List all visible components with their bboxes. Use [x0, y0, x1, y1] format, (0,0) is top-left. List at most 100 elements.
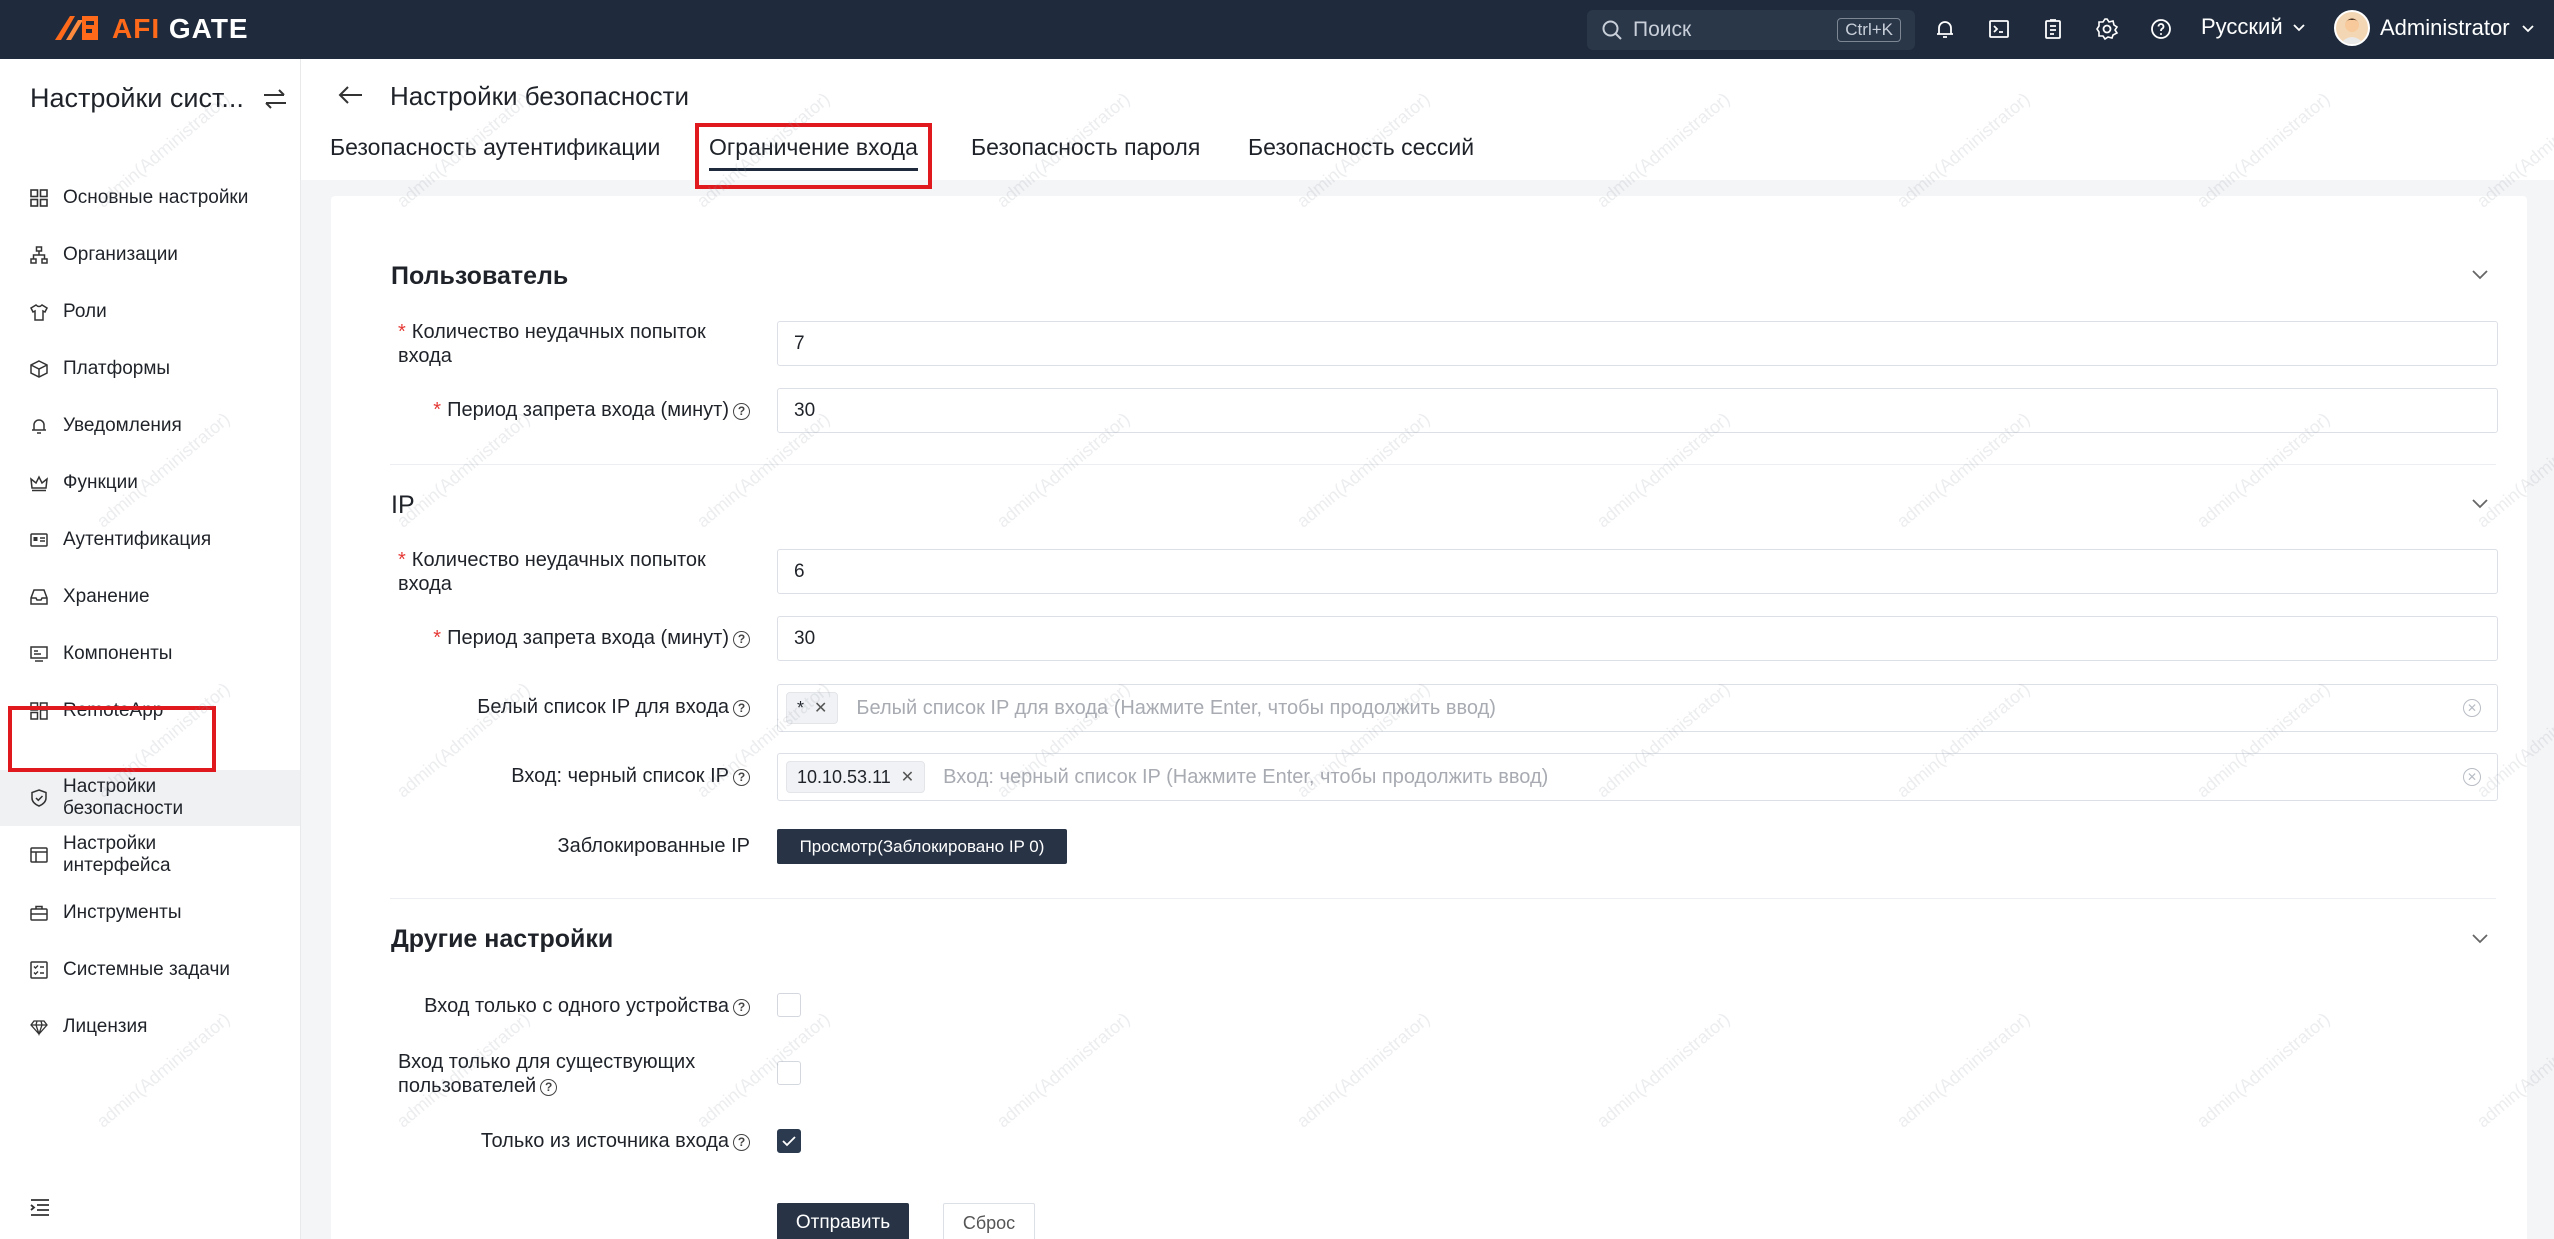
- search-shortcut-badge: Ctrl+K: [1837, 18, 1901, 42]
- gear-icon[interactable]: [2092, 14, 2122, 44]
- ip-failed-attempts-input[interactable]: [777, 549, 2498, 594]
- help-icon[interactable]: ?: [733, 631, 750, 648]
- sidebar-item-security[interactable]: Настройки безопасности: [0, 770, 300, 826]
- language-label: Русский: [2201, 14, 2283, 39]
- user-failed-attempts-input[interactable]: [777, 321, 2498, 366]
- submit-button[interactable]: Отправить: [777, 1203, 909, 1239]
- help-icon[interactable]: ?: [540, 1079, 558, 1096]
- help-icon[interactable]: ?: [733, 999, 750, 1016]
- sidebar-item-tools[interactable]: Инструменты: [0, 885, 300, 941]
- sidebar-item-label: Системные задачи: [63, 959, 230, 980]
- chevron-down-icon[interactable]: [2470, 932, 2490, 951]
- sidebar-item-license[interactable]: Лицензия: [0, 999, 300, 1055]
- ip-blacklist-label: Вход: черный список IP?: [410, 764, 750, 788]
- divider: [390, 898, 2496, 899]
- ip-ban-period-label: * Период запрета входа (минут)?: [410, 626, 750, 650]
- sidebar-item-storage[interactable]: Хранение: [0, 569, 300, 625]
- ip-whitelist-label: Белый список IP для входа?: [410, 695, 750, 719]
- logo-afi-text: AFI: [112, 13, 161, 44]
- sidebar-highlight-box: [8, 706, 216, 772]
- help-icon[interactable]: [2146, 14, 2176, 44]
- search-input[interactable]: Поиск Ctrl+K: [1587, 10, 1915, 50]
- help-icon[interactable]: ?: [733, 1134, 750, 1151]
- ip-ban-period-input[interactable]: [777, 616, 2498, 661]
- existing-users-checkbox[interactable]: [777, 1061, 801, 1085]
- tab-password-security[interactable]: Безопасность пароля: [971, 134, 1200, 161]
- clear-icon[interactable]: ✕: [2463, 699, 2481, 717]
- shield-icon: [29, 788, 49, 808]
- user-ban-period-label: * Период запрета входа (минут)?: [410, 398, 750, 422]
- sidebar-item-organizations[interactable]: Организации: [0, 227, 300, 283]
- view-blocked-ip-button[interactable]: Просмотр(Заблокировано IP 0): [777, 829, 1067, 864]
- back-arrow-icon[interactable]: [338, 84, 364, 111]
- single-device-checkbox[interactable]: [777, 993, 801, 1017]
- close-icon[interactable]: ✕: [814, 698, 827, 718]
- sidebar-item-roles[interactable]: Роли: [0, 284, 300, 340]
- top-bar: AFI GATE Поиск Ctrl+K Русский Administra…: [0, 0, 2554, 59]
- sidebar-item-interface[interactable]: Настройки интерфейса: [0, 827, 300, 883]
- user-menu[interactable]: Administrator: [2334, 10, 2536, 46]
- toolbox-icon: [29, 903, 49, 923]
- cube-icon: [29, 359, 49, 379]
- page-title: Настройки безопасности: [390, 81, 690, 111]
- org-icon: [29, 245, 49, 265]
- logo-gate-text: GATE: [168, 13, 249, 44]
- language-selector[interactable]: Русский: [2201, 14, 2307, 40]
- sidebar-item-label: Платформы: [63, 358, 171, 379]
- user-ban-period-input[interactable]: [777, 388, 2498, 433]
- sidebar-item-system-tasks[interactable]: Системные задачи: [0, 942, 300, 998]
- chevron-down-icon: [2521, 25, 2534, 33]
- shirt-icon: [29, 302, 49, 322]
- sidebar-item-label: Настройки интерфейса: [63, 833, 171, 876]
- help-icon[interactable]: ?: [733, 769, 750, 786]
- chevron-down-icon[interactable]: [2470, 497, 2490, 516]
- search-icon: [1602, 20, 1622, 40]
- section-title-other: Другие настройки: [391, 925, 614, 953]
- source-only-label: Только из источника входа?: [390, 1129, 750, 1153]
- whitelist-placeholder: Белый список IP для входа (Нажмите Enter…: [856, 696, 1496, 719]
- tab-auth-security[interactable]: Безопасность аутентификации: [330, 134, 660, 161]
- source-only-checkbox[interactable]: [777, 1129, 801, 1153]
- blocked-ip-label: Заблокированные IP: [557, 835, 750, 857]
- sidebar-item-label: Уведомления: [63, 415, 182, 436]
- ip-whitelist-input[interactable]: * ✕ Белый список IP для входа (Нажмите E…: [777, 684, 2498, 732]
- collapse-sidebar-icon[interactable]: [30, 1198, 52, 1223]
- sidebar-item-label: Инструменты: [63, 902, 182, 923]
- help-icon[interactable]: ?: [733, 403, 750, 420]
- diamond-icon: [29, 1017, 49, 1037]
- close-icon[interactable]: ✕: [901, 767, 914, 787]
- sidebar-item-label: Роли: [63, 301, 107, 322]
- single-device-label: Вход только с одного устройства?: [390, 994, 750, 1018]
- sidebar: Настройки сист... Основные настройки Орг…: [0, 59, 301, 1239]
- help-icon[interactable]: ?: [733, 700, 750, 717]
- sidebar-item-basic[interactable]: Основные настройки: [0, 170, 300, 226]
- logo[interactable]: AFI GATE: [52, 10, 249, 48]
- existing-users-label: Вход только для существующих пользовател…: [398, 1051, 696, 1097]
- ip-failed-attempts-label: * Количество неудачных попыток входа: [398, 549, 706, 595]
- check-icon: [782, 1136, 796, 1147]
- sidebar-title: Настройки сист...: [30, 83, 244, 113]
- clear-icon[interactable]: ✕: [2463, 768, 2481, 786]
- tasks-icon: [29, 960, 49, 980]
- clipboard-icon[interactable]: [2038, 14, 2068, 44]
- section-title-user: Пользователь: [391, 262, 569, 290]
- section-title-ip: IP: [391, 491, 415, 519]
- terminal-icon[interactable]: [1984, 14, 2014, 44]
- bell-icon[interactable]: [1930, 14, 1960, 44]
- sidebar-item-features[interactable]: Функции: [0, 455, 300, 511]
- reset-button[interactable]: Сброс: [943, 1203, 1035, 1239]
- crown-icon: [29, 473, 49, 493]
- avatar: [2334, 10, 2370, 46]
- username: Administrator: [2380, 15, 2510, 40]
- whitelist-tag: * ✕: [786, 692, 839, 724]
- chevron-down-icon[interactable]: [2470, 268, 2490, 287]
- inbox-icon: [29, 587, 49, 607]
- ip-blacklist-input[interactable]: 10.10.53.11 ✕ Вход: черный список IP (На…: [777, 753, 2498, 801]
- sidebar-item-platforms[interactable]: Платформы: [0, 341, 300, 397]
- sidebar-item-authentication[interactable]: Аутентификация: [0, 512, 300, 568]
- sidebar-item-notifications[interactable]: Уведомления: [0, 398, 300, 454]
- sidebar-item-components[interactable]: Компоненты: [0, 626, 300, 682]
- tab-session-security[interactable]: Безопасность сессий: [1248, 134, 1474, 161]
- switch-arrows-icon[interactable]: [262, 88, 288, 110]
- logo-mark-icon: [55, 16, 98, 40]
